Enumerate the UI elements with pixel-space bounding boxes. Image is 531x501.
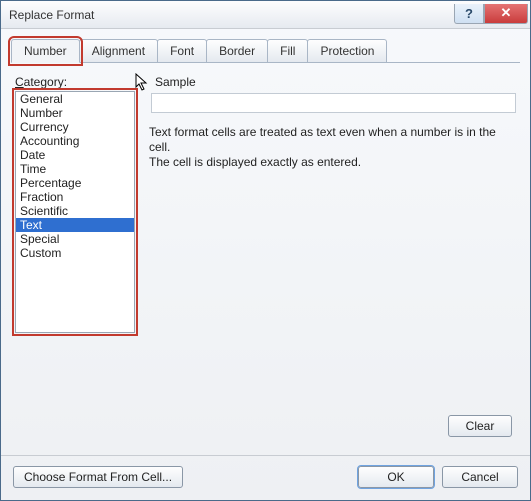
list-item[interactable]: Accounting	[16, 134, 134, 148]
tab-label: Number	[24, 44, 67, 58]
dialog-body: Category: General Number Currency Accoun…	[1, 63, 530, 455]
window-buttons: ? ✕	[454, 4, 528, 26]
list-item[interactable]: Custom	[16, 246, 134, 260]
footer-right: OK Cancel	[358, 466, 518, 488]
titlebar: Replace Format ? ✕	[1, 1, 530, 29]
window-title: Replace Format	[9, 8, 454, 22]
tab-label: Font	[170, 44, 194, 58]
clear-button[interactable]: Clear	[448, 415, 512, 437]
tab-number[interactable]: Number	[11, 39, 80, 63]
list-item[interactable]: Fraction	[16, 190, 134, 204]
replace-format-dialog: Replace Format ? ✕ Number Alignment Font…	[0, 0, 531, 501]
button-label: OK	[387, 470, 404, 484]
format-description: Text format cells are treated as text ev…	[149, 125, 516, 170]
list-item[interactable]: Number	[16, 106, 134, 120]
close-icon: ✕	[501, 5, 512, 21]
tab-fill[interactable]: Fill	[267, 39, 308, 62]
tab-protection[interactable]: Protection	[307, 39, 387, 62]
choose-format-from-cell-button[interactable]: Choose Format From Cell...	[13, 466, 183, 488]
cancel-button[interactable]: Cancel	[442, 466, 518, 488]
close-button[interactable]: ✕	[484, 4, 528, 24]
tab-label: Protection	[320, 44, 374, 58]
button-label: Choose Format From Cell...	[24, 470, 172, 484]
list-item[interactable]: Currency	[16, 120, 134, 134]
tab-alignment[interactable]: Alignment	[79, 39, 158, 62]
tab-content-divider	[11, 62, 520, 63]
cursor-icon	[135, 73, 151, 98]
list-item[interactable]: Time	[16, 162, 134, 176]
sample-label: Sample	[155, 75, 516, 89]
clear-row: Clear	[15, 415, 516, 445]
category-column: Category: General Number Currency Accoun…	[15, 75, 135, 333]
list-item[interactable]: Percentage	[16, 176, 134, 190]
button-label: Cancel	[461, 470, 498, 484]
help-icon: ?	[465, 6, 473, 21]
category-label: Category:	[15, 75, 135, 89]
category-listbox[interactable]: General Number Currency Accounting Date …	[15, 91, 135, 333]
ok-button[interactable]: OK	[358, 466, 434, 488]
list-item[interactable]: Scientific	[16, 204, 134, 218]
tab-font[interactable]: Font	[157, 39, 207, 62]
list-item[interactable]: General	[16, 92, 134, 106]
dialog-footer: Choose Format From Cell... OK Cancel	[1, 455, 530, 500]
tab-label: Fill	[280, 44, 295, 58]
help-button[interactable]: ?	[454, 4, 484, 24]
list-item[interactable]: Special	[16, 232, 134, 246]
sample-preview	[151, 93, 516, 113]
detail-column: Sample Text format cells are treated as …	[145, 75, 516, 333]
tab-bar: Number Alignment Font Border Fill Protec…	[1, 29, 530, 62]
tab-label: Alignment	[92, 44, 145, 58]
button-label: Clear	[466, 419, 495, 433]
tab-border[interactable]: Border	[206, 39, 268, 62]
spacer	[15, 333, 516, 415]
tab-label: Border	[219, 44, 255, 58]
upper-panel: Category: General Number Currency Accoun…	[15, 75, 516, 333]
list-item[interactable]: Date	[16, 148, 134, 162]
list-item-selected[interactable]: Text	[16, 218, 134, 232]
